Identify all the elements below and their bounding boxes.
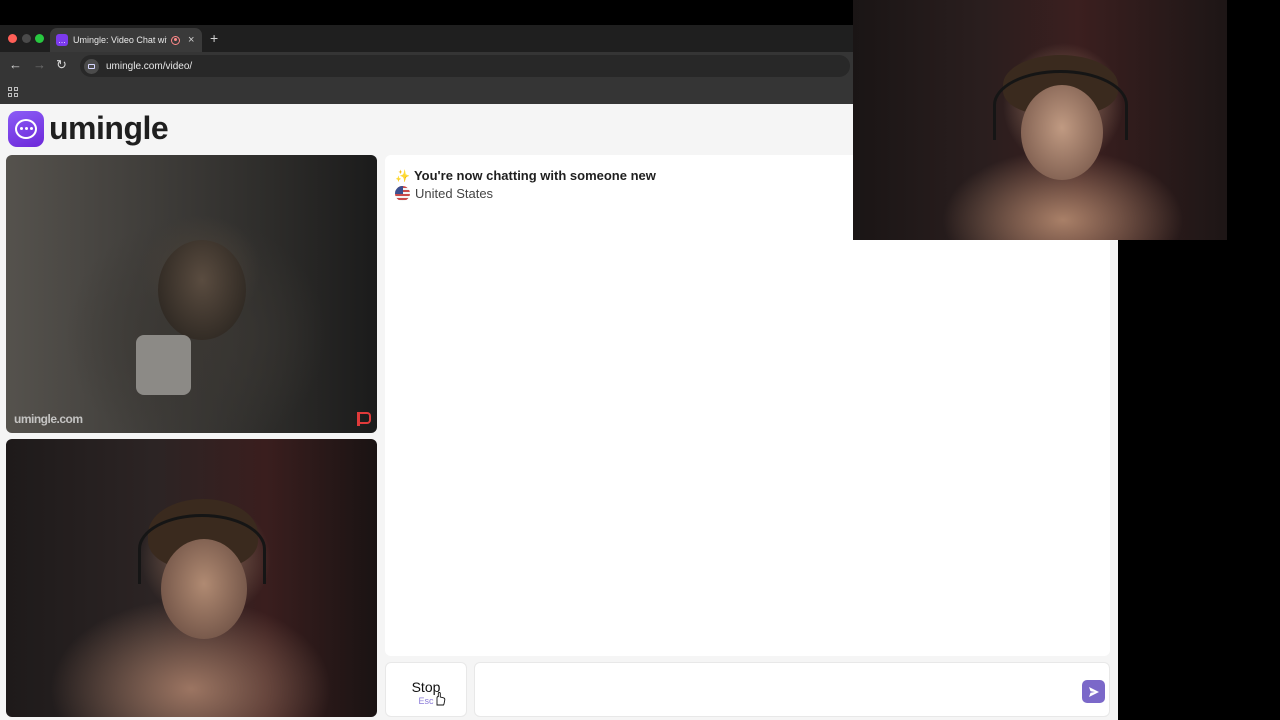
hand-cursor-icon bbox=[436, 692, 446, 706]
tab-close-icon[interactable]: × bbox=[188, 34, 194, 46]
back-arrow-icon[interactable]: ← bbox=[9, 57, 22, 72]
chat-status-text: You're now chatting with someone new bbox=[413, 168, 656, 183]
send-button[interactable] bbox=[1082, 680, 1105, 703]
recording-indicator-icon bbox=[171, 35, 180, 45]
self-face bbox=[161, 539, 247, 639]
logo-text: umingle bbox=[49, 110, 169, 146]
stranger-country: United States bbox=[415, 186, 494, 201]
stranger-video: umingle.com bbox=[6, 155, 377, 433]
reload-icon[interactable]: ↻ bbox=[56, 57, 67, 73]
stranger-country-line: United States bbox=[395, 186, 493, 201]
url-text: umingle.com/video/ bbox=[106, 60, 193, 72]
watermark-suffix: .com bbox=[56, 412, 84, 426]
tab-title: Umingle: Video Chat with bbox=[73, 35, 167, 45]
camera-permission-icon[interactable] bbox=[84, 58, 99, 74]
floating-camera-overlay bbox=[853, 0, 1227, 240]
stop-button[interactable]: Stop Esc bbox=[385, 662, 467, 717]
forward-arrow-icon[interactable]: → bbox=[33, 57, 46, 72]
screen: … Umingle: Video Chat with × + ← → ↻ umi… bbox=[0, 0, 1280, 720]
umingle-favicon-icon: … bbox=[56, 34, 68, 46]
message-input[interactable] bbox=[475, 663, 1065, 716]
send-icon bbox=[1088, 686, 1099, 697]
new-tab-button[interactable]: + bbox=[210, 30, 218, 46]
self-video bbox=[6, 439, 377, 717]
umingle-watermark: umingle.com bbox=[14, 405, 83, 429]
cup-shape bbox=[136, 335, 191, 395]
message-input-box[interactable] bbox=[474, 662, 1110, 717]
apps-grid-icon[interactable] bbox=[8, 87, 18, 97]
chat-status-line: ✨ You're now chatting with someone new bbox=[395, 168, 656, 183]
site-logo[interactable]: umingle bbox=[8, 110, 169, 147]
watermark-text: umingle bbox=[14, 412, 57, 426]
us-flag-icon bbox=[395, 186, 410, 201]
overlay-face bbox=[1021, 85, 1103, 180]
close-window-button[interactable] bbox=[8, 34, 17, 43]
minimize-window-button[interactable] bbox=[22, 34, 31, 43]
stop-label: Stop bbox=[411, 679, 441, 695]
maximize-window-button[interactable] bbox=[35, 34, 44, 43]
sparkle-icon: ✨ bbox=[395, 168, 410, 183]
address-bar[interactable]: umingle.com/video/ bbox=[80, 55, 850, 77]
report-flag-icon[interactable] bbox=[355, 411, 371, 427]
stranger-silhouette bbox=[158, 240, 246, 340]
active-tab[interactable]: … Umingle: Video Chat with × bbox=[50, 28, 202, 52]
chat-bubble-logo-icon bbox=[8, 110, 44, 147]
stop-shortcut: Esc bbox=[418, 696, 434, 706]
